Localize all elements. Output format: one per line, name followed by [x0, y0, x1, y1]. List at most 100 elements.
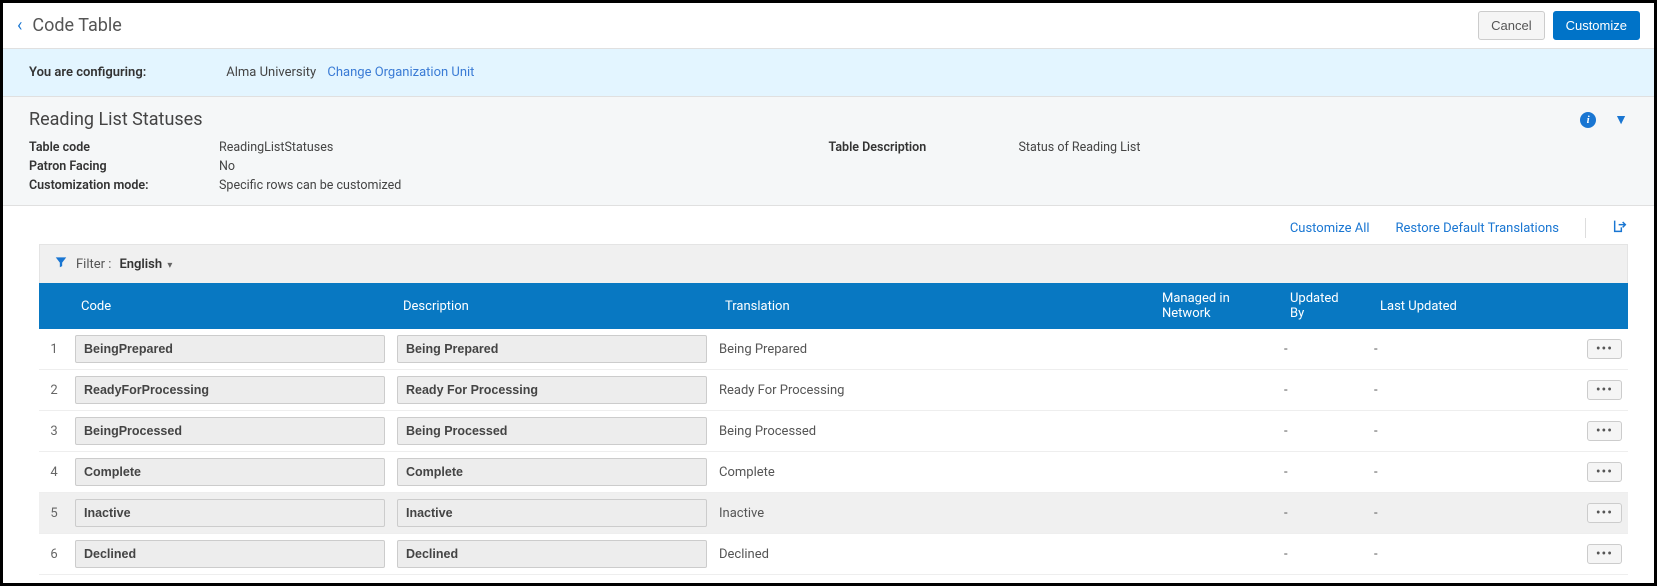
last-updated-cell: - — [1368, 411, 1558, 452]
table-row: 4 Complete -- ••• — [39, 452, 1628, 493]
table-row: 6Declined--••• — [39, 534, 1628, 575]
row-more-button[interactable]: ••• — [1587, 380, 1622, 400]
managed-cell — [1150, 534, 1278, 575]
meta-patron-facing-value: No — [219, 159, 829, 174]
description-input[interactable] — [397, 499, 707, 527]
code-table: Code Description Translation Managed in … — [39, 283, 1628, 575]
config-banner: You are configuring: Alma University Cha… — [3, 49, 1654, 96]
translation-cell: Ready For Processing — [713, 370, 1150, 411]
last-updated-cell: - — [1368, 493, 1558, 534]
meta-col-left: Table code ReadingListStatuses Patron Fa… — [29, 140, 829, 193]
row-actions-cell: ••• — [1558, 534, 1628, 575]
translation-cell: Inactive — [713, 493, 1150, 534]
col-description[interactable]: Description — [391, 283, 713, 329]
config-org-wrap: Alma University Change Organization Unit — [226, 65, 474, 80]
last-updated-cell: - — [1368, 370, 1558, 411]
managed-cell — [1150, 493, 1278, 534]
section-header: Reading List Statuses i ▼ Table code Rea… — [3, 96, 1654, 206]
row-more-button[interactable]: ••• — [1587, 339, 1622, 359]
description-cell — [391, 452, 713, 493]
filter-dropdown[interactable]: English ▾ — [119, 257, 172, 272]
col-code[interactable]: Code — [69, 283, 391, 329]
description-input[interactable] — [397, 376, 707, 404]
collapse-chevron-icon[interactable]: ▼ — [1614, 111, 1628, 128]
table-row: 2Ready For Processing--••• — [39, 370, 1628, 411]
col-updated-by[interactable]: Updated By — [1278, 283, 1368, 329]
col-managed[interactable]: Managed in Network — [1150, 283, 1278, 329]
code-cell — [69, 370, 391, 411]
code-input[interactable] — [75, 376, 385, 404]
description-cell — [391, 411, 713, 452]
restore-defaults-link[interactable]: Restore Default Translations — [1396, 221, 1559, 236]
code-cell — [69, 534, 391, 575]
row-number: 4 — [39, 452, 69, 493]
col-number — [39, 283, 69, 329]
code-cell — [69, 493, 391, 534]
header-bar: ‹ Code Table Cancel Customize — [3, 3, 1654, 49]
filter-icon[interactable] — [54, 255, 68, 273]
change-org-link[interactable]: Change Organization Unit — [327, 65, 474, 80]
managed-cell — [1150, 329, 1278, 370]
row-actions-cell: ••• — [1558, 493, 1628, 534]
code-input[interactable] — [75, 417, 385, 445]
col-last-updated[interactable]: Last Updated — [1368, 283, 1558, 329]
code-input[interactable] — [75, 499, 385, 527]
caret-down-icon: ▾ — [167, 260, 172, 271]
table-wrap: Filter : English ▾ Code Description Tran… — [3, 244, 1654, 575]
updated-by-cell: - — [1278, 452, 1368, 493]
code-cell — [69, 452, 391, 493]
section-icons: i ▼ — [1580, 111, 1628, 128]
export-icon[interactable] — [1612, 218, 1628, 238]
section-title-row: Reading List Statuses i ▼ — [29, 109, 1628, 130]
last-updated-cell: - — [1368, 452, 1558, 493]
row-more-button[interactable]: ••• — [1587, 503, 1622, 523]
customize-button[interactable]: Customize — [1553, 11, 1640, 40]
code-cell — [69, 329, 391, 370]
col-translation[interactable]: Translation — [713, 283, 1150, 329]
updated-by-cell: - — [1278, 411, 1368, 452]
meta-col-right: Table Description Status of Reading List — [829, 140, 1629, 193]
code-cell — [69, 411, 391, 452]
row-actions-cell: ••• — [1558, 329, 1628, 370]
translation-cell: Declined — [713, 534, 1150, 575]
updated-by-cell: - — [1278, 534, 1368, 575]
row-more-button[interactable]: ••• — [1587, 421, 1622, 441]
customize-all-link[interactable]: Customize All — [1290, 221, 1370, 236]
description-input[interactable] — [397, 417, 707, 445]
col-actions — [1558, 283, 1628, 329]
description-cell — [391, 534, 713, 575]
description-cell — [391, 329, 713, 370]
cancel-button[interactable]: Cancel — [1478, 11, 1544, 40]
row-number: 6 — [39, 534, 69, 575]
info-icon[interactable]: i — [1580, 112, 1596, 128]
row-more-button[interactable]: ••• — [1587, 544, 1622, 564]
description-cell — [391, 370, 713, 411]
translation-cell: Complete — [713, 452, 1150, 493]
page-title: Code Table — [32, 15, 121, 36]
description-input[interactable] — [397, 458, 707, 486]
back-chevron-icon[interactable]: ‹ — [17, 15, 22, 36]
managed-cell — [1150, 411, 1278, 452]
row-actions-cell: ••• — [1558, 370, 1628, 411]
description-input[interactable] — [397, 335, 707, 363]
code-input[interactable] — [75, 540, 385, 568]
code-input[interactable] — [75, 335, 385, 363]
meta-table-code-label: Table code — [29, 140, 219, 155]
meta-grid: Table code ReadingListStatuses Patron Fa… — [29, 140, 1628, 193]
managed-cell — [1150, 370, 1278, 411]
row-number: 5 — [39, 493, 69, 534]
actions-divider — [1585, 218, 1586, 238]
config-label: You are configuring: — [29, 65, 146, 80]
row-actions-cell: ••• — [1558, 411, 1628, 452]
description-cell — [391, 493, 713, 534]
table-actions-row: Customize All Restore Default Translatio… — [3, 206, 1654, 244]
translation-cell: Being Processed — [713, 411, 1150, 452]
code-input[interactable] — [75, 458, 385, 486]
description-input[interactable] — [397, 540, 707, 568]
translation-cell: Being Prepared — [713, 329, 1150, 370]
managed-cell — [1150, 452, 1278, 493]
meta-customization-mode-label: Customization mode: — [29, 178, 219, 193]
meta-table-desc-label: Table Description — [829, 140, 1019, 193]
row-number: 3 — [39, 411, 69, 452]
row-more-button[interactable]: ••• — [1587, 462, 1622, 482]
